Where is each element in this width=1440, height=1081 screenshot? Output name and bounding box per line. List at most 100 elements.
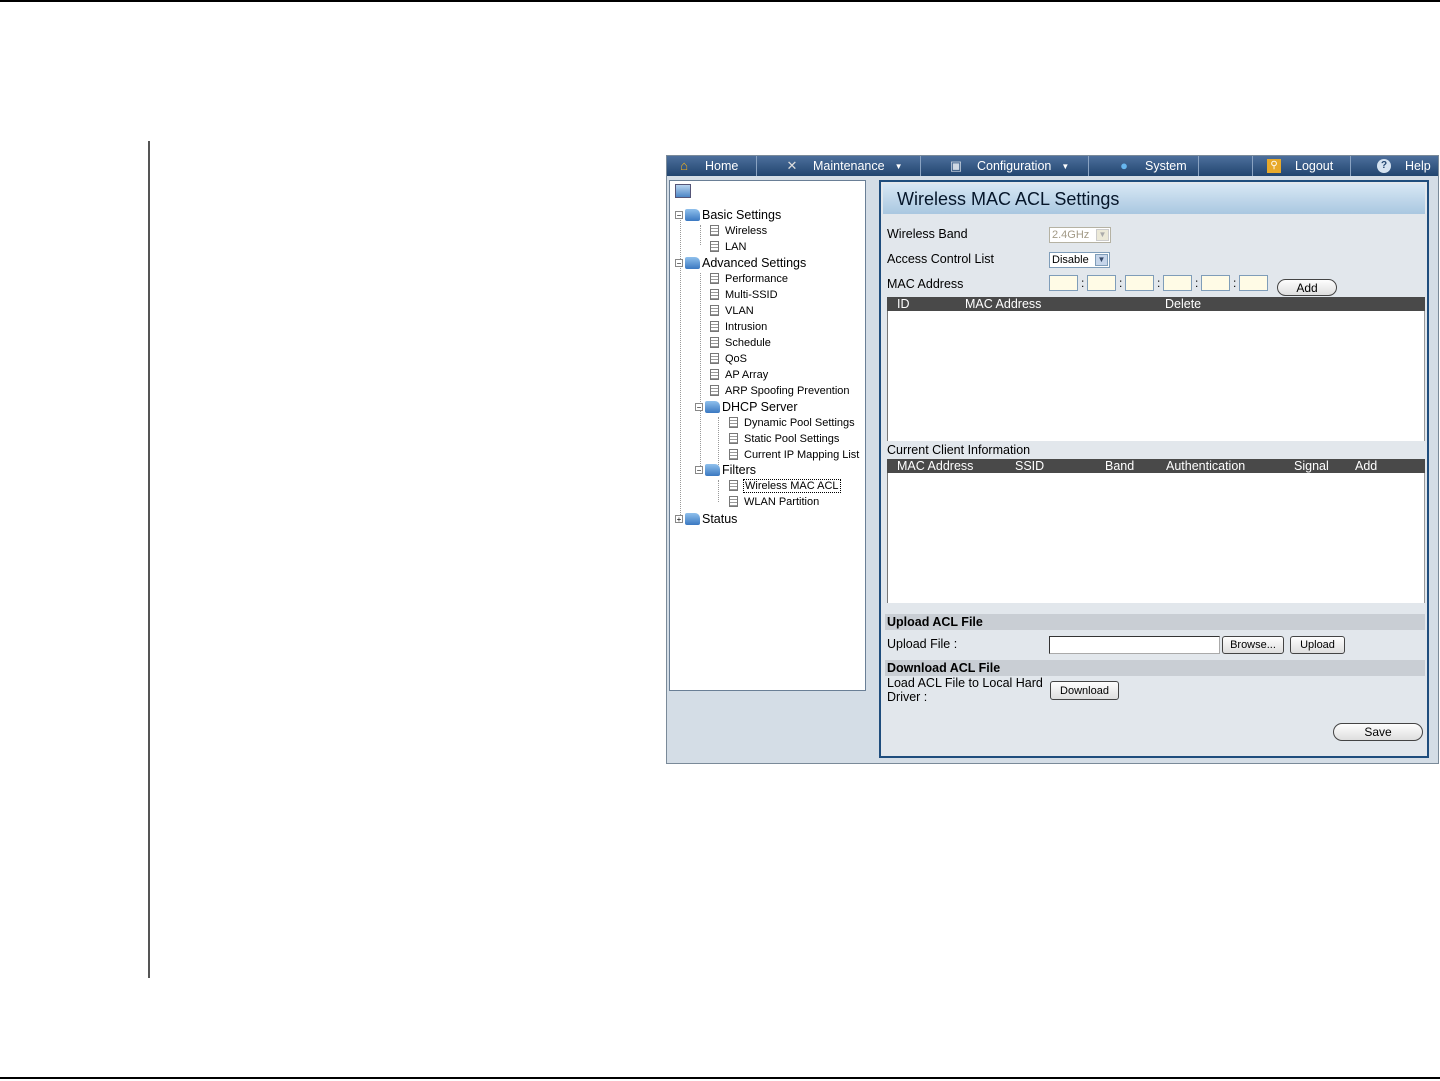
menu-bar: ⌂ Home ✕ Maintenance ▼ ▣ Configuration ▼… [667, 156, 1438, 176]
collapse-icon: − [695, 465, 703, 475]
document-icon [729, 496, 738, 507]
document-icon [710, 385, 719, 396]
document-icon [710, 353, 719, 364]
tree-status[interactable]: + Status [675, 511, 737, 526]
tree-wireless[interactable]: Wireless [710, 223, 767, 238]
access-control-list-value: Disable [1052, 254, 1089, 266]
menu-system[interactable]: ● System [1089, 156, 1199, 176]
tree-lan[interactable]: LAN [710, 239, 746, 254]
tree-intrusion[interactable]: Intrusion [710, 319, 767, 334]
acl-table-header: ID MAC Address Delete [887, 297, 1425, 311]
menu-maintenance-label: Maintenance [813, 159, 885, 173]
folder-open-icon [685, 208, 700, 221]
tree-dhcp-server[interactable]: − DHCP Server [695, 399, 797, 414]
document-icon [710, 273, 719, 284]
mac-octet-2-input[interactable] [1087, 275, 1116, 291]
folder-open-icon [705, 400, 720, 413]
tree-wireless-mac-acl[interactable]: Wireless MAC ACL [729, 478, 841, 493]
tree-qos[interactable]: QoS [710, 351, 747, 366]
mac-octet-5-input[interactable] [1201, 275, 1230, 291]
tools-icon: ✕ [786, 158, 798, 173]
home-icon: ⌂ [680, 158, 688, 173]
document-icon [710, 225, 719, 236]
menu-logout-label: Logout [1295, 159, 1334, 173]
tree-static-pool-label: Static Pool Settings [744, 432, 840, 445]
tree-schedule-label: Schedule [725, 336, 771, 349]
menu-logout[interactable]: ⚲ Logout [1253, 156, 1351, 176]
mac-octet-1-input[interactable] [1049, 275, 1078, 291]
tree-wlan-partition-label: WLAN Partition [744, 495, 820, 508]
document-icon [710, 369, 719, 380]
add-mac-button[interactable]: Add [1277, 279, 1337, 296]
download-button[interactable]: Download [1050, 681, 1119, 700]
tree-wlan-partition[interactable]: WLAN Partition [729, 494, 819, 509]
tree-dynamic-pool-settings[interactable]: Dynamic Pool Settings [729, 415, 855, 430]
tree-arp-spoofing-prevention[interactable]: ARP Spoofing Prevention [710, 383, 850, 398]
tree-wireless-label: Wireless [725, 224, 768, 237]
access-control-list-select[interactable]: Disable ▼ [1049, 252, 1110, 268]
navigation-tree: − Basic Settings Wireless LAN − Advanced… [669, 180, 866, 691]
bottom-rule [0, 1077, 1440, 1079]
mac-octet-4-input[interactable] [1163, 275, 1192, 291]
menu-configuration[interactable]: ▣ Configuration ▼ [921, 156, 1089, 176]
menu-maintenance[interactable]: ✕ Maintenance ▼ [757, 156, 921, 176]
document-icon [710, 289, 719, 300]
upload-file-input[interactable] [1049, 636, 1220, 654]
settings-panel: Wireless MAC ACL Settings Wireless Band … [879, 180, 1429, 758]
document-icon [710, 321, 719, 332]
tree-ip-mapping-label: Current IP Mapping List [744, 448, 860, 461]
tree-schedule[interactable]: Schedule [710, 335, 771, 350]
client-col-signal: Signal [1294, 459, 1329, 473]
tree-advanced-settings[interactable]: − Advanced Settings [675, 255, 806, 270]
collapse-icon: − [695, 402, 703, 412]
tree-basic-settings-label: Basic Settings [702, 207, 782, 222]
menu-help[interactable]: ? Help [1351, 156, 1438, 176]
chevron-down-icon: ▼ [1095, 254, 1108, 266]
current-client-info-label: Current Client Information [887, 443, 1031, 457]
tree-dynamic-pool-label: Dynamic Pool Settings [744, 416, 855, 429]
tree-multi-ssid[interactable]: Multi-SSID [710, 287, 778, 302]
menu-help-label: Help [1405, 159, 1431, 173]
wireless-band-value: 2.4GHz [1052, 229, 1090, 241]
web-admin-window: ⌂ Home ✕ Maintenance ▼ ▣ Configuration ▼… [666, 155, 1439, 764]
tree-lan-label: LAN [725, 240, 747, 253]
chevron-down-icon: ▼ [894, 161, 903, 171]
mac-octet-3-input[interactable] [1125, 275, 1154, 291]
tree-ap-array[interactable]: AP Array [710, 367, 768, 382]
tree-arp-label: ARP Spoofing Prevention [725, 384, 850, 397]
download-section-header: Download ACL File [885, 660, 1425, 676]
expand-icon: + [675, 514, 683, 524]
tree-qos-label: QoS [725, 352, 748, 365]
tree-filters[interactable]: − Filters [695, 462, 756, 477]
mac-address-label: MAC Address [887, 277, 964, 291]
upload-file-label: Upload File : [887, 637, 958, 651]
floppy-disk-icon: ▣ [949, 158, 963, 173]
mac-octet-6-input[interactable] [1239, 275, 1268, 291]
computer-icon [675, 184, 691, 198]
tree-status-label: Status [702, 511, 738, 526]
tree-current-ip-mapping-list[interactable]: Current IP Mapping List [729, 447, 859, 462]
client-col-band: Band [1105, 459, 1135, 473]
acl-col-id: ID [897, 297, 910, 311]
document-icon [729, 449, 738, 460]
menu-home-label: Home [705, 159, 739, 173]
tree-filters-label: Filters [722, 462, 757, 477]
tree-vlan[interactable]: VLAN [710, 303, 754, 318]
browse-button[interactable]: Browse... [1222, 636, 1284, 654]
tree-basic-settings[interactable]: − Basic Settings [675, 207, 781, 222]
client-col-ssid: SSID [1015, 459, 1045, 473]
tree-static-pool-settings[interactable]: Static Pool Settings [729, 431, 839, 446]
wireless-band-label: Wireless Band [887, 227, 968, 241]
upload-section-header: Upload ACL File [885, 614, 1425, 630]
tree-performance[interactable]: Performance [710, 271, 788, 286]
globe-icon: ● [1120, 158, 1128, 173]
acl-table-body [887, 311, 1425, 441]
save-button[interactable]: Save [1333, 723, 1423, 741]
menu-system-label: System [1145, 159, 1187, 173]
client-col-mac: MAC Address [897, 459, 974, 473]
upload-button[interactable]: Upload [1290, 636, 1345, 654]
menu-home[interactable]: ⌂ Home [667, 156, 757, 176]
chevron-down-icon: ▼ [1061, 161, 1070, 171]
wireless-band-select[interactable]: 2.4GHz ▼ [1049, 227, 1111, 243]
access-control-list-label: Access Control List [887, 252, 994, 266]
